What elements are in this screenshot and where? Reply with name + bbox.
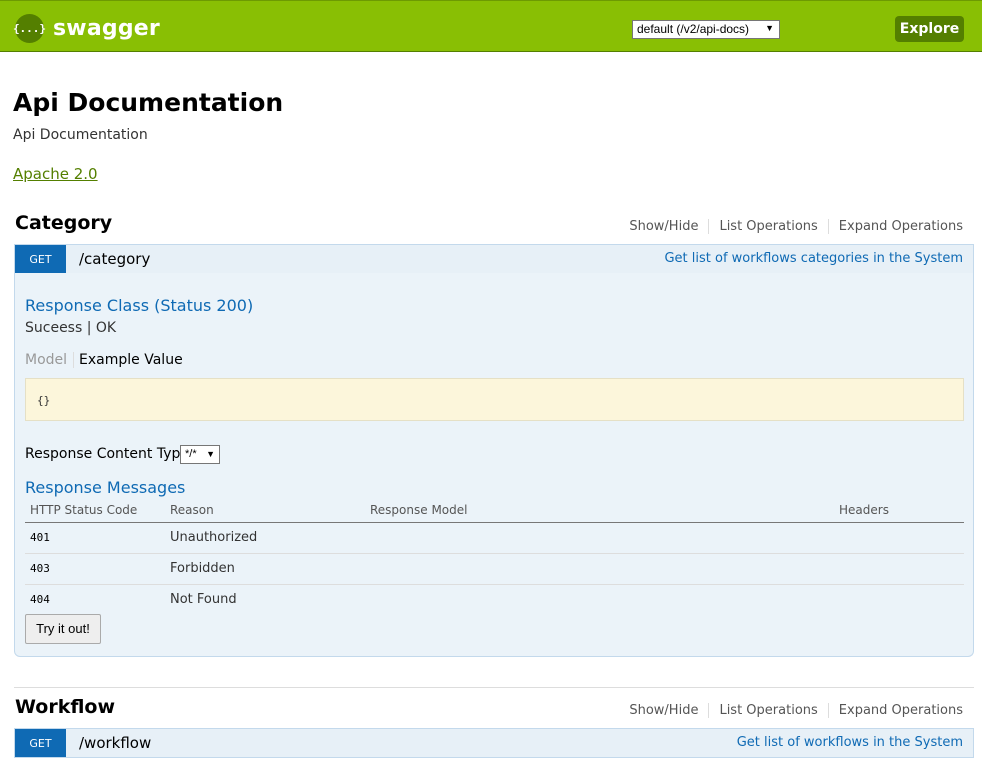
http-method-badge[interactable]: GET: [15, 245, 66, 273]
col-header-headers: Headers: [834, 498, 964, 523]
status-code-cell: 403: [25, 553, 165, 585]
headers-cell: [834, 522, 964, 554]
show-hide-link[interactable]: Show/Hide: [619, 219, 710, 234]
response-messages-table: HTTP Status Code Reason Response Model H…: [25, 498, 964, 615]
operation-path[interactable]: /category: [79, 250, 150, 268]
table-row: 403 Forbidden: [25, 553, 964, 585]
table-row: 404 Not Found: [25, 584, 964, 615]
response-content-type-select[interactable]: */* ▼: [180, 445, 220, 464]
resource-heading-workflow[interactable]: Workflow: [15, 696, 115, 718]
api-description: Api Documentation: [13, 127, 148, 143]
resource-divider: [14, 687, 974, 688]
model-tabs: Model Example Value: [25, 352, 183, 368]
response-class-heading: Response Class (Status 200): [25, 296, 254, 315]
col-header-reason: Reason: [165, 498, 365, 523]
api-spec-select-value: default (/v2/api-docs): [637, 22, 750, 36]
operation-path[interactable]: /workflow: [79, 734, 151, 752]
license-link[interactable]: Apache 2.0: [13, 165, 98, 183]
explore-button[interactable]: Explore: [895, 16, 964, 42]
resource-links-workflow: Show/Hide List Operations Expand Operati…: [619, 703, 963, 718]
response-class-text: Suceess | OK: [25, 320, 117, 336]
http-method-badge[interactable]: GET: [15, 729, 66, 757]
operation-summary[interactable]: Get list of workflows in the System: [737, 735, 963, 750]
operation-bar-get-category[interactable]: GET /category Get list of workflows cate…: [14, 244, 974, 274]
response-model-cell: [365, 584, 834, 615]
response-model-cell: [365, 553, 834, 585]
tab-model[interactable]: Model: [25, 352, 75, 368]
chevron-down-icon: ▼: [206, 449, 215, 459]
chevron-down-icon: ▼: [765, 23, 774, 33]
api-spec-select[interactable]: default (/v2/api-docs) ▼: [632, 20, 780, 39]
status-code-cell: 404: [30, 593, 50, 607]
operation-content-panel: Response Class (Status 200) Suceess | OK…: [14, 273, 974, 657]
col-header-response-model: Response Model: [365, 498, 834, 523]
operation-summary[interactable]: Get list of workflows categories in the …: [664, 251, 963, 266]
response-messages-heading: Response Messages: [25, 478, 186, 497]
try-it-out-button[interactable]: Try it out!: [25, 614, 101, 644]
headers-cell: [834, 584, 964, 615]
top-header: {...} swagger default (/v2/api-docs) ▼ E…: [0, 0, 982, 52]
list-operations-link[interactable]: List Operations: [709, 219, 829, 234]
reason-cell: Forbidden: [165, 553, 365, 585]
expand-operations-link[interactable]: Expand Operations: [829, 219, 963, 234]
resource-heading-category[interactable]: Category: [15, 212, 112, 234]
show-hide-link[interactable]: Show/Hide: [619, 703, 710, 718]
table-row: 401 Unauthorized: [25, 522, 964, 554]
operation-bar-get-workflow[interactable]: GET /workflow Get list of workflows in t…: [14, 728, 974, 758]
resource-links-category: Show/Hide List Operations Expand Operati…: [619, 219, 963, 234]
list-operations-link[interactable]: List Operations: [709, 703, 829, 718]
tab-example-value[interactable]: Example Value: [74, 352, 183, 368]
swagger-logo[interactable]: {...} swagger: [13, 13, 160, 43]
expand-operations-link[interactable]: Expand Operations: [829, 703, 963, 718]
swagger-logo-icon: {...}: [13, 13, 46, 43]
col-header-status-code: HTTP Status Code: [25, 498, 165, 523]
logo-text: swagger: [53, 15, 160, 41]
response-content-type-label: Response Content Type: [25, 446, 189, 462]
status-code-cell: 401: [25, 522, 165, 554]
reason-cell: Unauthorized: [165, 522, 365, 554]
example-value-snippet[interactable]: {}: [25, 378, 964, 421]
page-title: Api Documentation: [13, 88, 284, 117]
response-model-cell: [365, 522, 834, 554]
reason-cell: Not Found: [170, 592, 237, 608]
headers-cell: [834, 553, 964, 585]
content-type-value: */*: [185, 448, 197, 460]
